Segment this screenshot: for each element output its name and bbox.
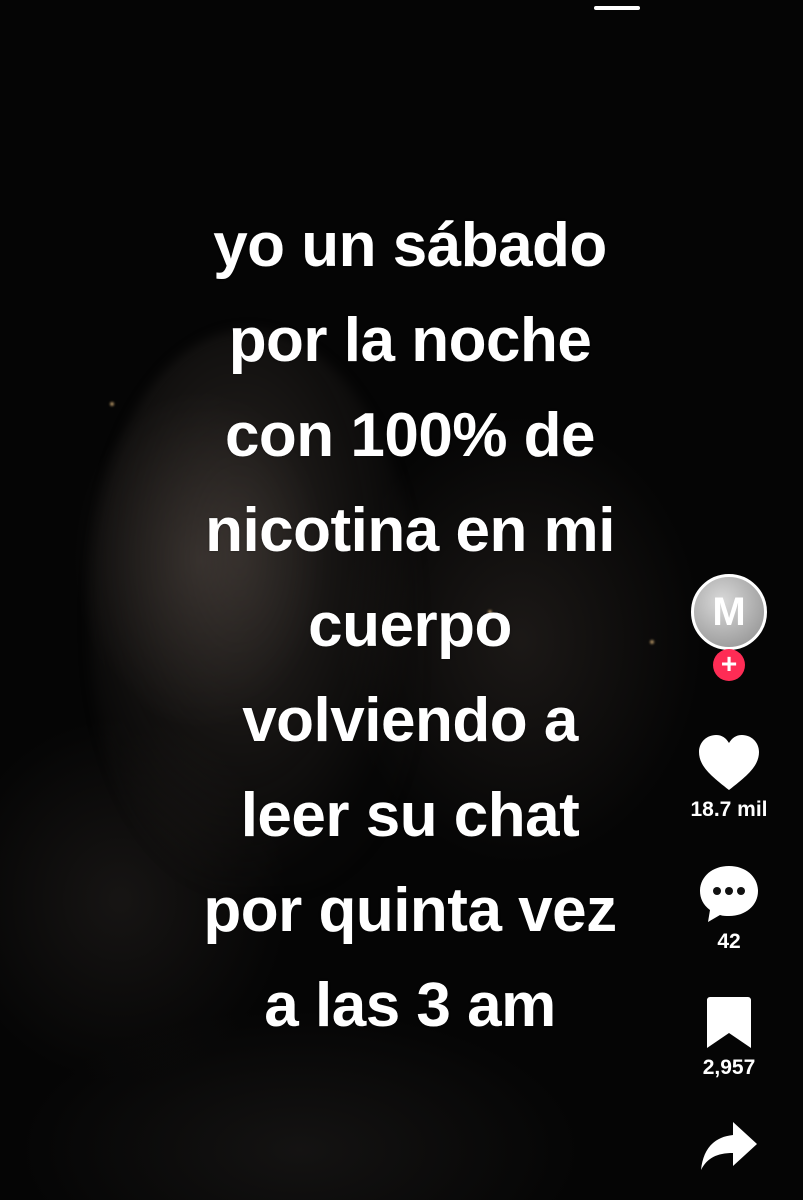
top-indicator	[594, 6, 640, 10]
video-caption-overlay: yo un sábado por la noche con 100% de ni…	[110, 198, 710, 1053]
avatar[interactable]: M	[691, 574, 767, 650]
caption-line: con 100% de	[224, 401, 596, 470]
comment-count: 42	[717, 930, 741, 953]
follow-button[interactable]: +	[713, 649, 745, 681]
bookmark-icon	[707, 997, 751, 1048]
heart-icon	[699, 735, 759, 790]
like-button[interactable]: 18.7 mil	[690, 734, 768, 822]
caption-line: volviendo a	[242, 686, 578, 755]
comment-button[interactable]: 42	[698, 864, 760, 954]
comment-bubble-icon	[700, 866, 758, 922]
video-screen[interactable]: yo un sábado por la noche con 100% de ni…	[0, 0, 803, 1200]
action-sidebar: M + 18.7 mil 42 2,957	[690, 574, 792, 1172]
save-count: 2,957	[702, 1056, 756, 1079]
caption-line: yo un sábado	[213, 211, 607, 280]
avatar-initial: M	[712, 589, 746, 634]
caption-line: cuerpo	[308, 591, 512, 660]
share-arrow-icon	[701, 1122, 757, 1170]
share-button[interactable]	[699, 1120, 759, 1172]
caption-line: leer su chat	[240, 781, 580, 850]
save-button[interactable]: 2,957	[702, 996, 756, 1080]
caption-line: a las 3 am	[264, 971, 556, 1040]
caption-line: nicotina en mi	[205, 496, 615, 565]
creator-profile[interactable]: M +	[691, 574, 767, 681]
caption-line: por la noche	[228, 306, 592, 375]
caption-line: por quinta vez	[203, 876, 617, 945]
like-count: 18.7 mil	[690, 798, 768, 821]
